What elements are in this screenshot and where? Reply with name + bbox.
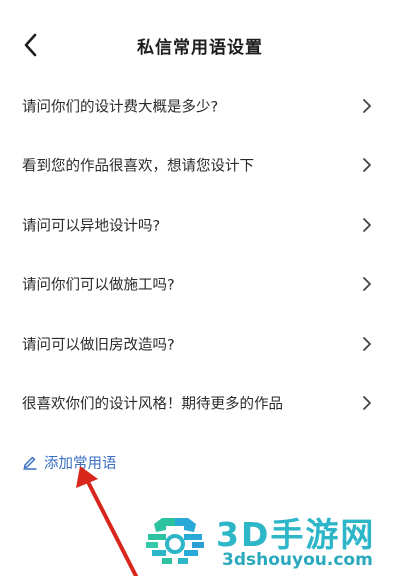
phrase-label: 请问可以异地设计吗? xyxy=(22,218,161,235)
chevron-right-icon xyxy=(363,98,371,113)
watermark-brand: 3D手游网 xyxy=(216,515,376,554)
phrase-item[interactable]: 请问你们的设计费大概是多少? xyxy=(0,76,400,136)
phrase-label: 很喜欢你们的设计风格！期待更多的作品 xyxy=(22,396,283,413)
phrase-list: 请问你们的设计费大概是多少? 看到您的作品很喜欢，想请您设计下 请问可以异地设计… xyxy=(0,76,400,433)
phrase-item[interactable]: 很喜欢你们的设计风格！期待更多的作品 xyxy=(0,374,400,434)
phrase-label: 请问你们的设计费大概是多少? xyxy=(22,99,219,116)
phrase-label: 请问你们可以做施工吗? xyxy=(22,277,175,294)
watermark-url: 3dshouyou.com xyxy=(222,550,373,570)
chevron-right-icon xyxy=(363,336,371,351)
phrase-label: 请问可以做旧房改造吗? xyxy=(22,337,175,354)
phrase-item[interactable]: 请问你们可以做施工吗? xyxy=(0,255,400,315)
phrase-label: 看到您的作品很喜欢，想请您设计下 xyxy=(22,158,254,175)
phrase-item[interactable]: 看到您的作品很喜欢，想请您设计下 xyxy=(0,136,400,196)
site-watermark: 3D手游网 3dshouyou.com xyxy=(138,506,400,576)
pencil-icon xyxy=(23,456,37,470)
add-phrase-label: 添加常用语 xyxy=(44,455,117,472)
chevron-right-icon xyxy=(363,396,371,411)
phrase-item[interactable]: 请问可以做旧房改造吗? xyxy=(0,314,400,374)
phrase-item[interactable]: 请问可以异地设计吗? xyxy=(0,195,400,255)
chevron-right-icon xyxy=(363,158,371,173)
watermark-logo xyxy=(146,518,204,564)
chevron-right-icon xyxy=(363,277,371,292)
page-title: 私信常用语设置 xyxy=(137,38,263,58)
chevron-right-icon xyxy=(363,217,371,232)
add-phrase-button[interactable]: 添加常用语 xyxy=(22,450,117,474)
